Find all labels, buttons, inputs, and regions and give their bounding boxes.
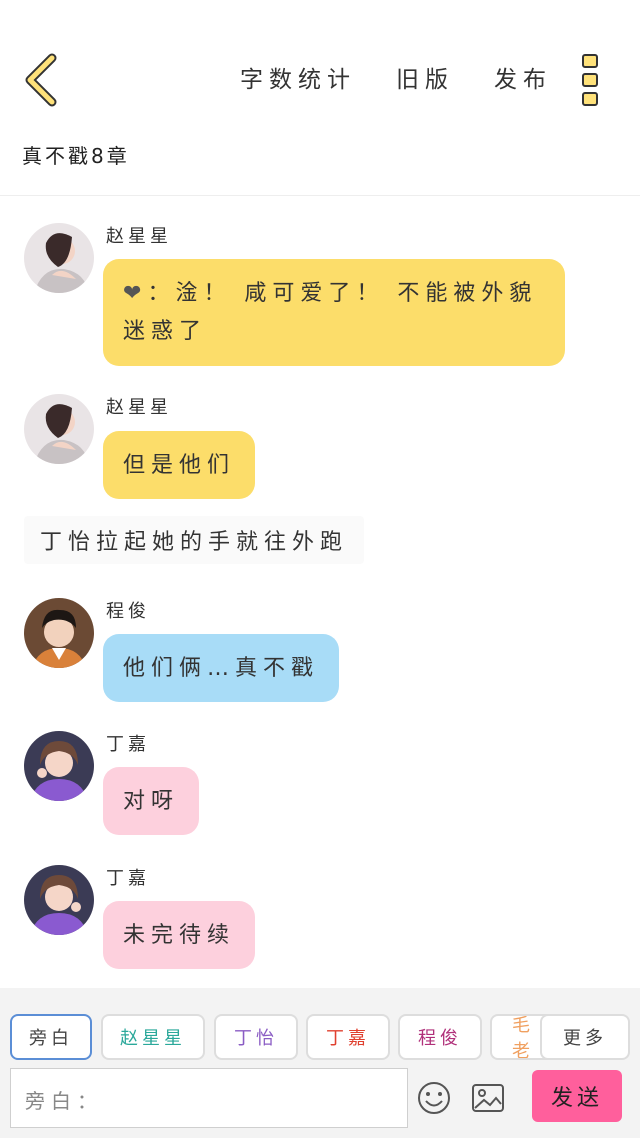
- emoji-button[interactable]: [416, 1080, 452, 1116]
- header-actions: 字数统计 旧版 发布: [240, 60, 552, 94]
- word-count-button[interactable]: 字数统计: [240, 60, 356, 94]
- role-chip-cheng[interactable]: 程俊: [398, 1014, 482, 1060]
- smiley-icon: [418, 1082, 450, 1114]
- more-dot: [582, 54, 598, 68]
- message-text: 未完待续: [123, 923, 236, 948]
- publish-button[interactable]: 发布: [494, 60, 552, 94]
- message-text: 对呀: [123, 789, 180, 814]
- image-icon: [472, 1084, 504, 1112]
- avatar-cheng[interactable]: [24, 598, 94, 668]
- avatar-image: [24, 865, 94, 935]
- divider: [0, 195, 640, 196]
- chapter-title: 真不戳8章: [22, 144, 130, 168]
- avatar-image: [24, 223, 94, 293]
- avatar-zhao[interactable]: [24, 394, 94, 464]
- avatar-image: [24, 394, 94, 464]
- message-bubble[interactable]: 未完待续: [103, 901, 256, 969]
- role-chip-bar: 旁白 赵星星 丁怡 丁嘉 程俊 毛老 更多: [10, 1014, 630, 1062]
- avatar-zhao[interactable]: [24, 223, 94, 293]
- message-text: 但是他们: [123, 453, 236, 478]
- speaker-name: 赵星星: [106, 226, 172, 247]
- message-bubble[interactable]: 但是他们: [103, 431, 256, 499]
- more-dot: [582, 73, 598, 87]
- header: 字数统计 旧版 发布 真不戳8章: [0, 0, 640, 196]
- avatar-image: [24, 731, 94, 801]
- speaker-name: 程俊: [106, 601, 150, 622]
- avatar-dingjia[interactable]: [24, 731, 94, 801]
- message-text: 他们俩…真不戳: [123, 656, 320, 681]
- role-chip-dingjia[interactable]: 丁嘉: [306, 1014, 390, 1060]
- chevron-left-icon: [25, 53, 57, 107]
- more-menu-icon[interactable]: [582, 54, 600, 106]
- message-text: ：淦！ 咸可爱了！ 不能被外貌迷惑了: [123, 281, 538, 344]
- message-bubble[interactable]: 他们俩…真不戳: [103, 634, 340, 702]
- more-dot: [582, 92, 598, 106]
- old-version-button[interactable]: 旧版: [396, 60, 454, 94]
- image-button[interactable]: [470, 1080, 506, 1116]
- back-button[interactable]: [20, 50, 68, 110]
- send-button[interactable]: 发送: [532, 1070, 622, 1122]
- message-bubble[interactable]: ❤：淦！ 咸可爱了！ 不能被外貌迷惑了: [103, 259, 565, 366]
- message-bubble[interactable]: 对呀: [103, 767, 200, 835]
- speaker-name: 丁嘉: [106, 868, 150, 889]
- role-chip-zhao[interactable]: 赵星星: [101, 1014, 205, 1060]
- avatar-image: [24, 598, 94, 668]
- speaker-name: 赵星星: [106, 397, 172, 418]
- speaker-name: 丁嘉: [106, 734, 150, 755]
- narration-line[interactable]: 丁怡拉起她的手就往外跑: [24, 516, 365, 564]
- message-input[interactable]: 旁白：: [10, 1068, 408, 1128]
- role-chip-dingyi[interactable]: 丁怡: [214, 1014, 298, 1060]
- more-roles-button[interactable]: 更多: [540, 1014, 630, 1060]
- avatar-dingjia[interactable]: [24, 865, 94, 935]
- heart-icon: ❤: [123, 281, 148, 306]
- role-chip-narrator[interactable]: 旁白: [10, 1014, 92, 1060]
